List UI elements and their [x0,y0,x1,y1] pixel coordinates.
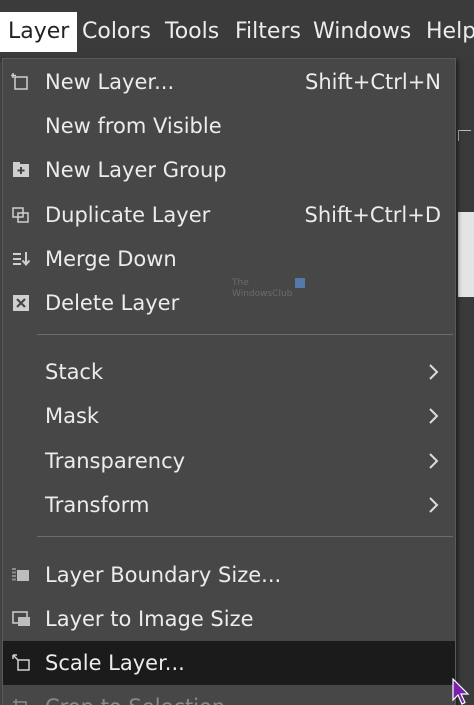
menu-item-label: Transparency [45,449,186,473]
menu-item-label: Scale Layer... [45,651,185,675]
menu-item-label: New Layer Group [45,158,227,182]
menu-item-crop-to-selection[interactable]: Crop to Selection [3,685,455,705]
chevron-right-icon [429,364,439,380]
layer-boundary-icon [12,568,29,582]
menu-item-merge-down[interactable]: Merge Down [3,237,455,281]
menu-item-layer-boundary-size[interactable]: Layer Boundary Size... [3,553,455,597]
menu-item-label: New Layer... [45,70,175,94]
background-window-edge [455,62,474,705]
menu-item-stack[interactable]: Stack [3,350,455,394]
layer-to-image-icon [12,611,30,626]
menu-item-label: Mask [45,404,100,428]
menu-item-label: Transform [45,493,150,517]
layer-group-icon [13,162,29,177]
menu-item-label: New from Visible [45,114,222,138]
menubar-tools[interactable]: Tools [157,12,227,52]
menu-item-duplicate-layer[interactable]: Duplicate Layer Shift+Ctrl+D [3,193,455,237]
menu-item-label: Merge Down [45,247,177,271]
menu-item-transparency[interactable]: Transparency [3,439,455,483]
scale-layer-icon [12,654,30,671]
menu-item-shortcut: Shift+Ctrl+D [304,203,441,227]
chevron-right-icon [429,497,439,513]
duplicate-icon [12,207,29,223]
menu-item-label: Crop to Selection [45,685,225,705]
watermark: The WindowsClub [232,278,308,304]
menu-item-delete-layer[interactable]: Delete Layer [3,281,455,325]
menu-item-new-layer-group[interactable]: New Layer Group [3,148,455,192]
watermark-line: WindowsClub [232,289,293,299]
menu-item-label: Layer Boundary Size... [45,563,282,587]
menu-item-label: Delete Layer [45,291,180,315]
menu-item-label: Layer to Image Size [45,607,254,631]
menu-item-scale-layer[interactable]: Scale Layer... [3,641,455,685]
menubar-windows[interactable]: Windows [305,12,419,52]
menubar: Layer Colors Tools Filters Windows Help [0,0,474,62]
layer-menu-dropdown: New Layer... Shift+Ctrl+N New from Visib… [2,58,456,705]
delete-icon [13,295,29,311]
mouse-cursor-icon [452,678,470,705]
app-window: Layer Colors Tools Filters Windows Help … [0,0,474,705]
menu-item-new-from-visible[interactable]: New from Visible [3,104,455,148]
menubar-layer[interactable]: Layer [0,12,78,52]
menu-item-label: Stack [45,360,104,384]
menubar-colors[interactable]: Colors [74,12,159,52]
chevron-right-icon [429,453,439,469]
menu-separator [37,334,453,335]
menubar-filters[interactable]: Filters [227,12,309,52]
menu-item-label: Duplicate Layer [45,203,211,227]
chevron-right-icon [429,408,439,424]
new-layer-icon [11,73,28,90]
watermark-logo-icon [295,278,305,288]
menu-item-shortcut: Shift+Ctrl+N [305,70,441,94]
menu-item-mask[interactable]: Mask [3,394,455,438]
menu-item-new-layer[interactable]: New Layer... Shift+Ctrl+N [3,60,455,104]
menu-item-layer-to-image-size[interactable]: Layer to Image Size [3,597,455,641]
canvas-edge [458,212,474,297]
merge-down-icon [13,252,31,267]
ruler-mark [458,130,471,141]
menu-item-transform[interactable]: Transform [3,483,455,527]
menubar-help[interactable]: Help [418,12,474,52]
crop-icon [13,699,27,705]
menu-separator [37,536,453,537]
